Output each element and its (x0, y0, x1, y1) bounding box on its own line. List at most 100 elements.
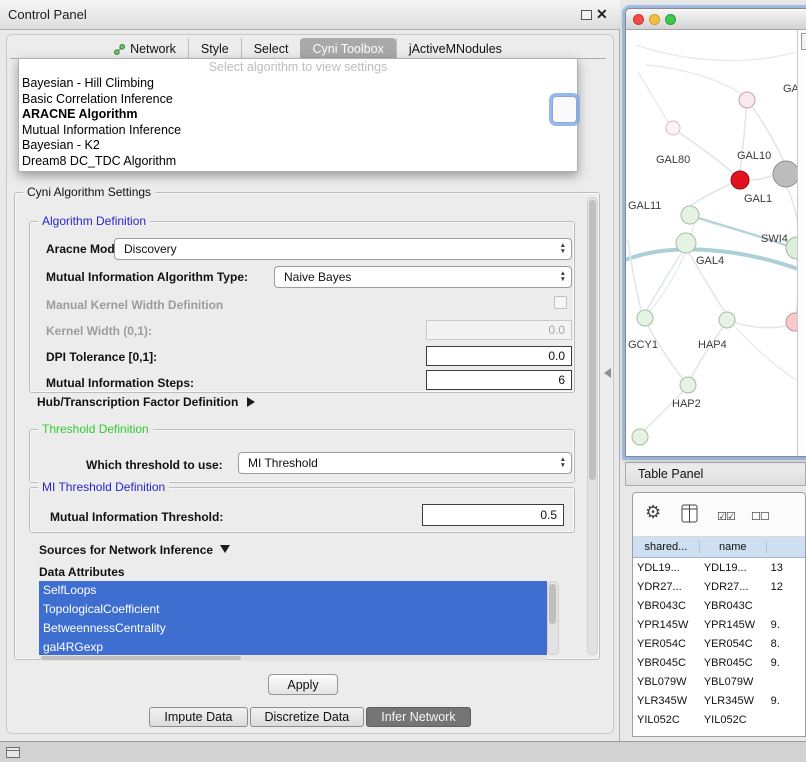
panel-splitter-toggle[interactable] (604, 368, 611, 378)
network-canvas[interactable]: GALGAL80GAL10GAL11GAL1SWI4GAL4GCY1HAP4HA… (626, 30, 806, 456)
table-cell: YIL052C (700, 714, 767, 726)
network-node[interactable] (666, 121, 680, 135)
bottom-tab-discretize-data[interactable]: Discretize Data (250, 707, 365, 727)
mi-threshold-field[interactable]: 0.5 (422, 504, 564, 526)
network-node[interactable] (676, 233, 696, 253)
mi-type-select[interactable]: Naive Bayes (274, 266, 572, 288)
algorithm-option-mutual-information-inference[interactable]: Mutual Information Inference (19, 123, 577, 139)
hub-definition-toggle[interactable]: Hub/Transcription Factor Definition (37, 395, 255, 409)
table-row[interactable]: YLR345WYLR345W9. (633, 691, 805, 710)
network-node[interactable] (731, 171, 749, 189)
apply-button[interactable]: Apply (268, 674, 338, 695)
dock-panel-icon[interactable] (6, 747, 20, 758)
network-node[interactable] (719, 312, 735, 328)
tab-style[interactable]: Style (188, 38, 241, 58)
node-label: GAL (783, 83, 798, 95)
network-view-window: GALGAL80GAL10GAL11GAL1SWI4GAL4GCY1HAP4HA… (625, 8, 806, 457)
close-icon[interactable]: ✕ (596, 6, 608, 23)
float-window-icon[interactable] (581, 10, 592, 20)
attribute-item[interactable]: gal4RGexp (39, 638, 547, 655)
table-row[interactable]: YBR045CYBR045C9. (633, 653, 805, 672)
network-edge[interactable] (628, 240, 641, 310)
network-node[interactable] (681, 206, 699, 224)
network-edge[interactable] (673, 128, 736, 176)
network-edge[interactable] (648, 326, 683, 379)
table-row[interactable]: YPR145WYPR145W9. (633, 615, 805, 634)
tab-select[interactable]: Select (241, 38, 301, 58)
network-node[interactable] (637, 310, 653, 326)
table-cell: YBR045C (633, 657, 700, 669)
algorithm-option-bayesian-k2[interactable]: Bayesian - K2 (19, 138, 577, 154)
dpi-tolerance-field[interactable]: 0.0 (426, 346, 572, 366)
table-panel-titlebar: Table Panel (625, 462, 806, 486)
table-row[interactable]: YDL19...YDL19...13 (633, 558, 805, 577)
select-all-icon[interactable]: ☑☑ (717, 510, 735, 523)
network-edge[interactable] (735, 322, 786, 328)
table-row[interactable]: YIL052CYIL052C (633, 710, 805, 729)
table-header-row: shared...name (633, 537, 805, 558)
node-label: GAL80 (656, 154, 690, 166)
attribute-item[interactable]: TopologicalCoefficient (39, 600, 547, 619)
attribute-item[interactable]: SelfLoops (39, 581, 547, 600)
column-selector-icon[interactable] (681, 504, 698, 528)
bottom-tab-infer-network[interactable]: Infer Network (366, 707, 470, 727)
column-header[interactable]: name (700, 541, 767, 553)
algorithm-option-basic-correlation-inference[interactable]: Basic Correlation Inference (19, 92, 577, 108)
tab-network[interactable]: Network (102, 38, 188, 58)
column-header[interactable]: shared... (633, 541, 700, 553)
table-row[interactable]: YBL079WYBL079W (633, 672, 805, 691)
status-strip (0, 741, 806, 762)
birdseye-icon[interactable] (801, 33, 806, 50)
hub-definition-label: Hub/Transcription Factor Definition (37, 395, 238, 409)
manual-kernel-label: Manual Kernel Width Definition (46, 298, 223, 312)
cyni-algorithm-settings-group: Cyni Algorithm Settings Algorithm Defini… (14, 192, 600, 660)
kernel-width-field[interactable]: 0.0 (426, 320, 572, 340)
network-edge[interactable] (636, 45, 796, 60)
network-edge[interactable] (644, 391, 683, 431)
network-node[interactable] (773, 161, 798, 187)
network-node[interactable] (632, 429, 648, 445)
which-threshold-select[interactable]: MI Threshold (238, 452, 572, 474)
tab-bar: NetworkStyleSelectCyni ToolboxjActiveMNo… (10, 38, 606, 59)
table-cell: YBL079W (700, 676, 767, 688)
algorithm-option-dream8-dc-tdc-algorithm[interactable]: Dream8 DC_TDC Algorithm (19, 154, 577, 170)
settings-vertical-scrollbar[interactable] (587, 197, 598, 655)
mi-steps-field[interactable]: 6 (426, 370, 572, 390)
network-edge[interactable] (691, 327, 723, 378)
network-edge[interactable] (646, 65, 740, 93)
gear-icon[interactable]: ⚙ (645, 502, 661, 523)
network-edge[interactable] (736, 328, 796, 380)
node-label: GAL10 (737, 150, 771, 162)
table-row[interactable]: YDR27...YDR27...12 (633, 577, 805, 596)
close-traffic-light[interactable] (633, 14, 644, 25)
algorithm-option-bayesian-hill-climbing[interactable]: Bayesian - Hill Climbing (19, 76, 577, 92)
attribute-item[interactable]: BetweennessCentrality (39, 619, 547, 638)
network-edge[interactable] (749, 175, 774, 180)
tab-cyni-toolbox[interactable]: Cyni Toolbox (300, 38, 395, 58)
sources-toggle[interactable]: Sources for Network Inference (39, 543, 230, 557)
aracne-mode-select[interactable]: Discovery (114, 238, 572, 260)
attributes-horizontal-scrollbar[interactable] (39, 655, 547, 661)
tab-jactivemnodules[interactable]: jActiveMNodules (396, 38, 514, 58)
network-edge[interactable] (690, 183, 732, 206)
network-node[interactable] (739, 92, 755, 108)
stepper-icon (560, 267, 566, 287)
mi-threshold-label: Mutual Information Threshold: (50, 510, 223, 524)
attributes-vertical-scrollbar[interactable] (547, 581, 559, 655)
table-row[interactable]: YER054CYER054C8. (633, 634, 805, 653)
network-edge[interactable] (638, 72, 668, 122)
network-edge[interactable] (647, 252, 682, 310)
data-attributes-title: Data Attributes (39, 565, 125, 579)
manual-kernel-checkbox[interactable] (554, 296, 567, 309)
deselect-all-icon[interactable]: ☐☐ (751, 510, 769, 523)
table-cell: YLR345W (633, 695, 700, 707)
algorithm-combo-stepper[interactable] (552, 96, 577, 123)
zoom-traffic-light[interactable] (665, 14, 676, 25)
minimize-traffic-light[interactable] (649, 14, 660, 25)
bottom-tab-impute-data[interactable]: Impute Data (149, 707, 247, 727)
network-window-titlebar (626, 9, 806, 30)
algorithm-option-aracne-algorithm[interactable]: ARACNE Algorithm (19, 107, 577, 123)
table-row[interactable]: YBR043CYBR043C (633, 596, 805, 615)
network-node[interactable] (680, 377, 696, 393)
bottom-tab-bar: Impute DataDiscretize DataInfer Network (0, 706, 620, 728)
